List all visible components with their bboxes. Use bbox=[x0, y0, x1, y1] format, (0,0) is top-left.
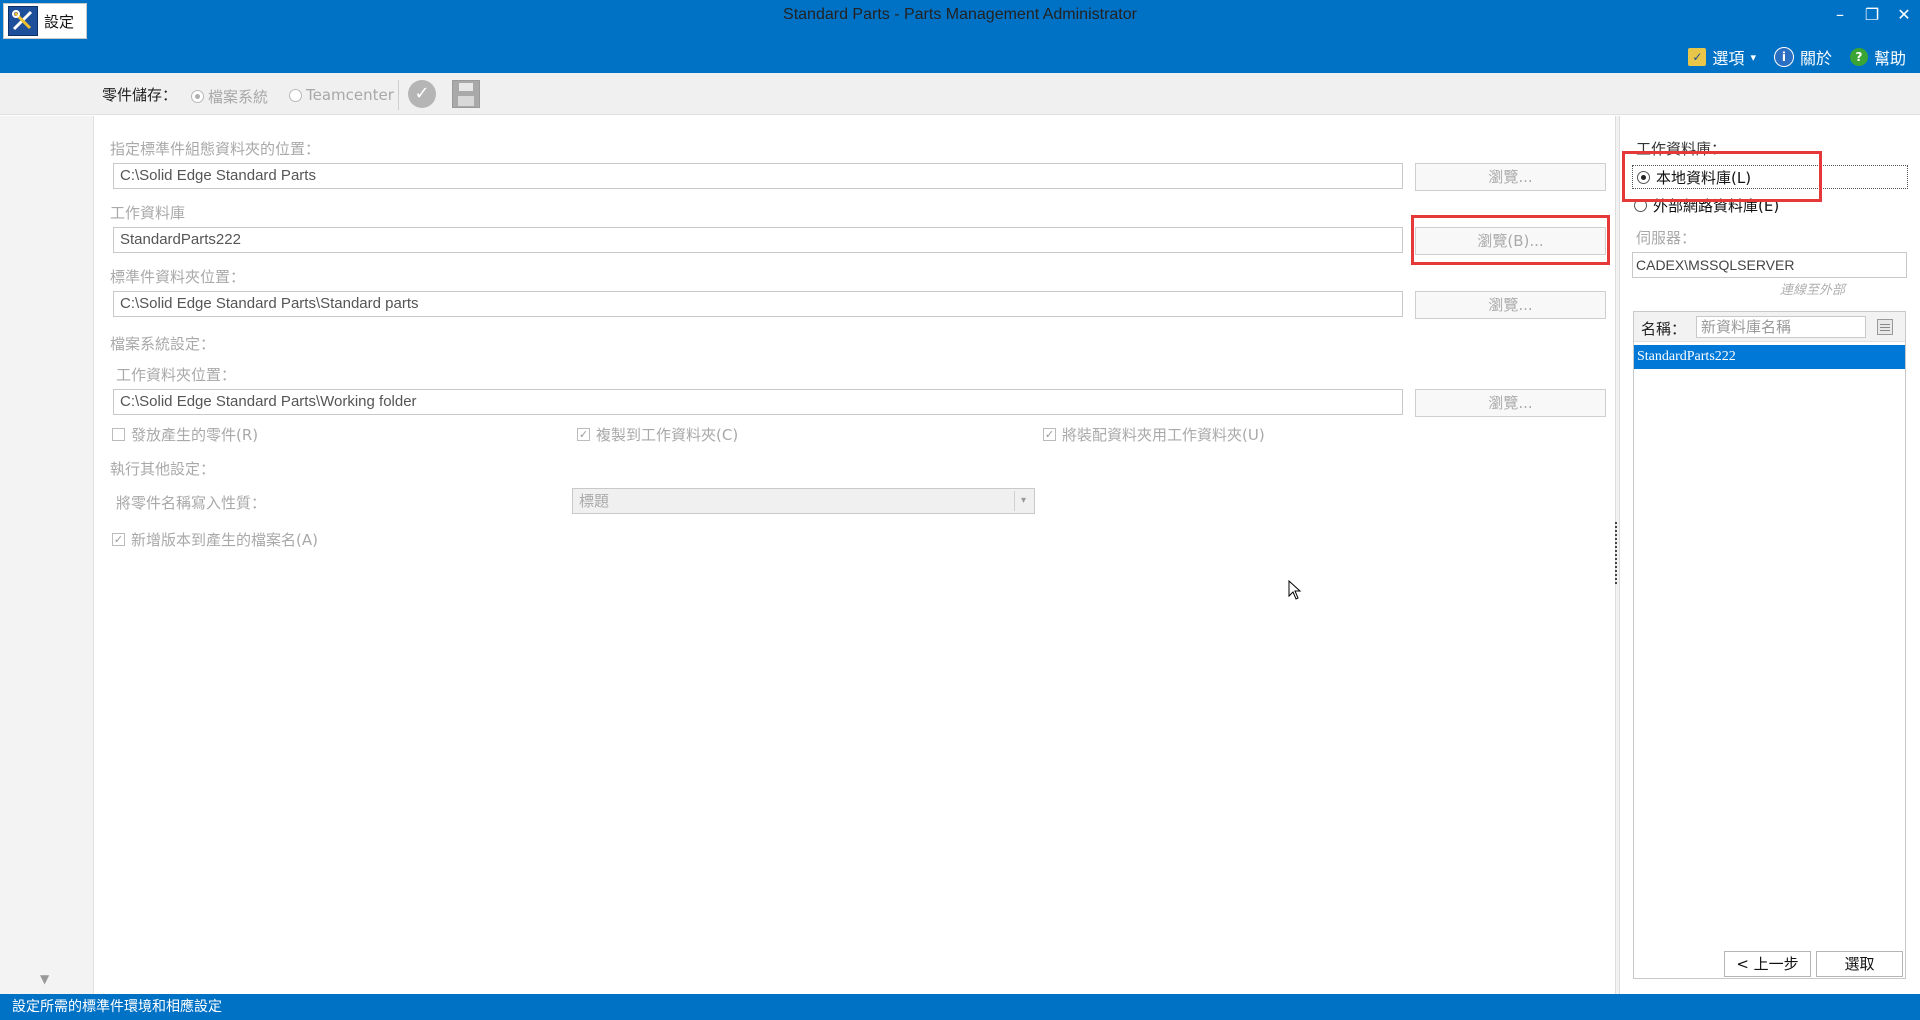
storage-filesystem-radio[interactable]: 檔案系統 bbox=[191, 86, 268, 107]
database-list-box bbox=[1633, 311, 1906, 979]
help-menu-label: 幫助 bbox=[1873, 49, 1906, 68]
fs-settings-label: 檔案系統設定： bbox=[110, 335, 216, 353]
highlight-box-local-db bbox=[1622, 151, 1822, 202]
status-bar: 設定所需的標準件環境和相應設定 bbox=[0, 994, 1920, 1020]
storage-teamcenter-label: Teamcenter bbox=[306, 86, 394, 104]
db-name-label: 名稱： bbox=[1641, 320, 1687, 338]
options-menu[interactable]: ✓ 選項 ▾ bbox=[1688, 45, 1756, 69]
db-name-input[interactable]: 新資料庫名稱 bbox=[1696, 316, 1866, 338]
highlight-box-browse bbox=[1411, 215, 1610, 265]
ribbon-toolbar bbox=[0, 73, 1920, 115]
write-name-label: 將零件名稱寫入性質： bbox=[116, 494, 267, 512]
splitter-grip[interactable] bbox=[1615, 522, 1619, 584]
property-select[interactable]: 標題 ▾ bbox=[572, 488, 1035, 514]
window-title: Standard Parts - Parts Management Admini… bbox=[783, 6, 1137, 23]
help-icon: ? bbox=[1849, 48, 1868, 66]
settings-tab[interactable]: 設定 bbox=[3, 3, 87, 39]
storage-teamcenter-radio[interactable]: Teamcenter bbox=[289, 86, 394, 104]
close-button[interactable]: ✕ bbox=[1888, 2, 1920, 28]
server-label: 伺服器： bbox=[1636, 229, 1697, 247]
release-parts-checkbox[interactable]: 發放產生的零件(R) bbox=[112, 424, 258, 445]
property-select-value: 標題 bbox=[579, 492, 610, 510]
about-menu-label: 關於 bbox=[1799, 49, 1832, 68]
std-folder-field[interactable]: C:\Solid Edge Standard Parts\Standard pa… bbox=[113, 291, 1403, 317]
assembly-use-work-folder-checkbox[interactable]: ✓ 將裝配資料夾用工作資料夾(U) bbox=[1043, 424, 1265, 445]
browse-assembly-button[interactable]: 瀏覽... bbox=[1415, 163, 1606, 191]
assembly-folder-label: 指定標準件組態資料夾的位置： bbox=[110, 140, 321, 158]
assembly-folder-field[interactable]: C:\Solid Edge Standard Parts bbox=[113, 163, 1403, 189]
work-db-field[interactable]: StandardParts222 bbox=[113, 227, 1403, 253]
chevron-down-icon[interactable]: ▼ bbox=[40, 972, 49, 986]
about-menu[interactable]: i 關於 bbox=[1773, 45, 1832, 69]
chevron-down-icon[interactable]: ▾ bbox=[1014, 491, 1032, 511]
radio-indicator bbox=[191, 90, 204, 103]
checkbox-box bbox=[112, 428, 125, 441]
apply-check-icon[interactable]: ✓ bbox=[408, 80, 436, 108]
database-icon[interactable] bbox=[1877, 319, 1893, 335]
database-list-item[interactable]: StandardParts222 bbox=[1634, 345, 1905, 369]
storage-filesystem-label: 檔案系統 bbox=[208, 88, 269, 106]
browse-std-folder-button[interactable]: 瀏覽... bbox=[1415, 291, 1606, 319]
checkbox-box: ✓ bbox=[577, 428, 590, 441]
std-folder-label: 標準件資料夾位置： bbox=[110, 268, 246, 286]
copy-to-work-folder-label: 複製到工作資料夾(C) bbox=[596, 426, 739, 444]
help-menu-bar: ✓ 選項 ▾ i 關於 ? 幫助 bbox=[1688, 46, 1906, 68]
left-navigation-pane bbox=[0, 116, 94, 994]
settings-tab-label: 設定 bbox=[44, 12, 75, 31]
connect-external-link[interactable]: 連線至外部 bbox=[1780, 279, 1845, 298]
checkbox-box: ✓ bbox=[1043, 428, 1056, 441]
ribbon-separator bbox=[398, 80, 399, 110]
other-settings-label: 執行其他設定： bbox=[110, 460, 216, 478]
radio-indicator bbox=[289, 88, 302, 102]
help-menu[interactable]: ? 幫助 bbox=[1849, 45, 1906, 69]
browse-work-folder-button[interactable]: 瀏覽... bbox=[1415, 389, 1606, 417]
options-checklist-icon: ✓ bbox=[1688, 48, 1707, 66]
select-button[interactable]: 選取 bbox=[1816, 951, 1903, 977]
info-icon: i bbox=[1773, 47, 1794, 67]
storage-label: 零件儲存： bbox=[102, 86, 178, 104]
restore-button[interactable]: ❐ bbox=[1856, 2, 1888, 28]
minimize-button[interactable]: – bbox=[1824, 2, 1856, 28]
save-icon[interactable] bbox=[452, 80, 480, 108]
chevron-down-icon: ▾ bbox=[1750, 50, 1756, 64]
assembly-use-work-folder-label: 將裝配資料夾用工作資料夾(U) bbox=[1062, 426, 1265, 444]
work-folder-field[interactable]: C:\Solid Edge Standard Parts\Working fol… bbox=[113, 389, 1403, 415]
mouse-cursor-icon bbox=[1288, 580, 1302, 600]
release-parts-label: 發放產生的零件(R) bbox=[131, 426, 259, 444]
settings-tools-icon bbox=[8, 6, 38, 36]
checkbox-box: ✓ bbox=[112, 533, 125, 546]
options-menu-label: 選項 bbox=[1712, 49, 1745, 68]
work-db-label: 工作資料庫 bbox=[110, 204, 186, 222]
copy-to-work-folder-checkbox[interactable]: ✓ 複製到工作資料夾(C) bbox=[577, 424, 738, 445]
previous-button[interactable]: < 上一步 bbox=[1724, 951, 1811, 977]
add-version-label: 新增版本到產生的檔案名(A) bbox=[131, 531, 318, 549]
server-field[interactable]: CADEX\MSSQLSERVER bbox=[1632, 252, 1907, 278]
work-folder-label: 工作資料夾位置： bbox=[116, 366, 237, 384]
add-version-checkbox[interactable]: ✓ 新增版本到產生的檔案名(A) bbox=[112, 529, 318, 550]
